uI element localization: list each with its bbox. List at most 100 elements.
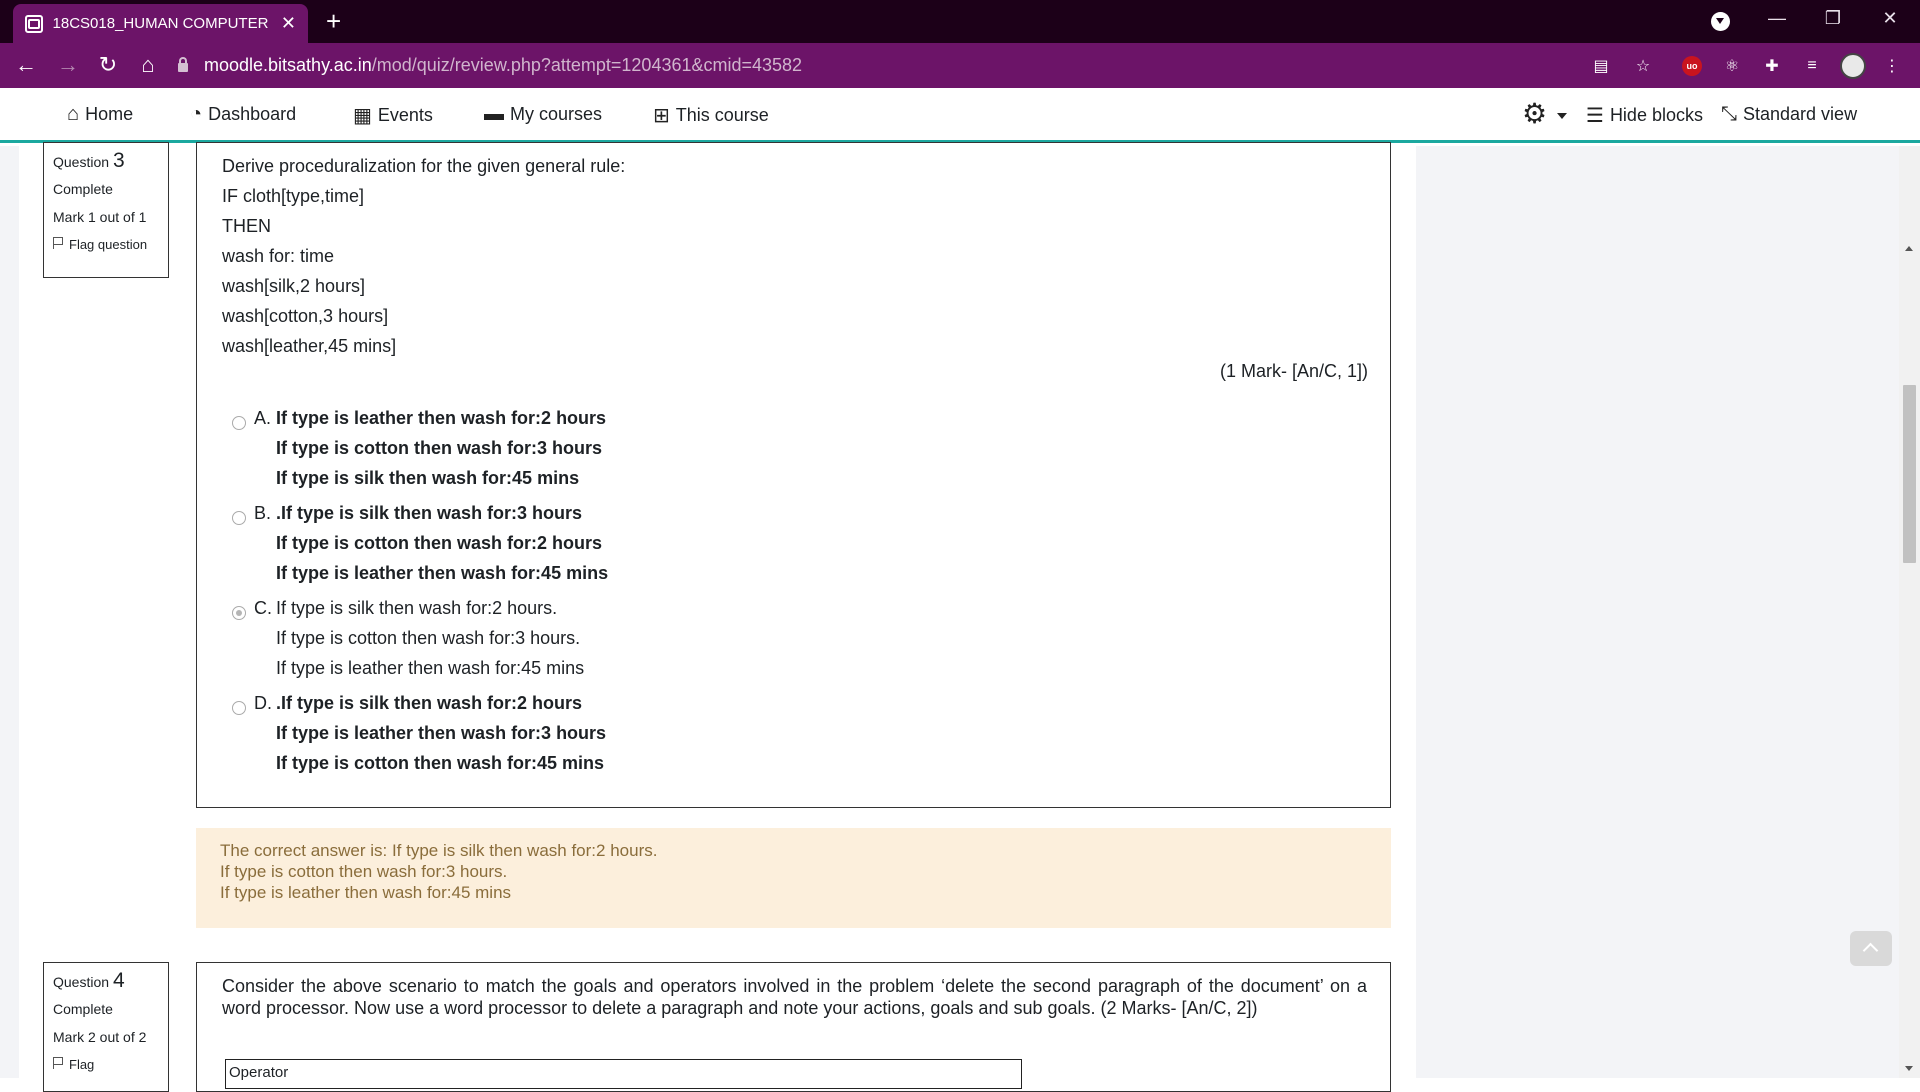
left-gutter (0, 146, 19, 1078)
moodle-favicon-icon (25, 14, 43, 33)
question-3-info: Question 3 Complete Mark 1 out of 1 Flag… (43, 142, 169, 278)
nav-my-courses-label: My courses (510, 104, 603, 124)
option-letter: A. (254, 408, 272, 428)
flag-label: Flag (69, 1057, 95, 1072)
minimize-icon[interactable]: — (1757, 8, 1797, 29)
radio-option-c[interactable] (232, 606, 246, 620)
home-browser-icon[interactable]: ⌂ (132, 49, 164, 81)
question-number: Question 3 (53, 149, 125, 172)
question-state: Complete (53, 1001, 113, 1017)
hide-blocks-label: Hide blocks (1609, 105, 1703, 125)
browser-menu-icon[interactable]: ⋮ (1880, 54, 1904, 78)
radio-option-d[interactable] (232, 701, 246, 715)
nav-events[interactable]: ▦ Events (353, 103, 433, 128)
option-line: If type is leather then wash for:2 hours (276, 408, 607, 428)
question-text-line: wash[silk,2 hours] (222, 276, 366, 296)
profile-menu-icon[interactable] (1711, 12, 1730, 31)
bookmark-star-icon[interactable]: ☆ (1631, 54, 1655, 78)
question-state: Complete (53, 181, 113, 197)
browser-titlebar: 18CS018_HUMAN COMPUTER IN ✕ + — ❐ ✕ (0, 0, 1920, 43)
feedback-line: If type is cotton then wash for:3 hours. (220, 862, 508, 881)
calendar-icon: ▦ (353, 105, 372, 127)
question-number: Question 4 (53, 969, 125, 992)
briefcase-icon: ▬ (484, 103, 504, 125)
scroll-down-arrow-icon[interactable] (1905, 1066, 1913, 1071)
reader-mode-icon[interactable]: ▤ (1589, 54, 1613, 78)
flag-question-link[interactable]: Flag question (53, 237, 159, 253)
standard-view-label: Standard view (1743, 104, 1858, 124)
nav-this-course-label: This course (675, 105, 769, 125)
new-tab-button[interactable]: + (326, 7, 341, 35)
radio-option-b[interactable] (232, 511, 246, 525)
home-icon: ⌂ (67, 103, 80, 125)
nav-this-course[interactable]: ⊞ This course (653, 103, 769, 128)
nav-dashboard[interactable]: ◔ Dashboard (190, 103, 296, 126)
flag-icon (53, 1057, 63, 1069)
feedback-line: If type is leather then wash for:45 mins (220, 883, 512, 902)
flag-label: Flag question (69, 237, 148, 252)
option-line: If type is cotton then wash for:3 hours. (276, 628, 581, 648)
option-letter: B. (254, 503, 272, 523)
option-line: If type is cotton then wash for:2 hours (276, 533, 603, 553)
option-line: If type is leather then wash for:45 mins (276, 658, 585, 678)
question-text-line: wash[cotton,3 hours] (222, 306, 389, 326)
question-text-line: IF cloth[type,time] (222, 186, 365, 206)
sitemap-icon: ⊞ (653, 105, 670, 127)
compress-icon: ⤡ (1721, 103, 1737, 125)
marks-note: (1 Mark- [An/C, 1]) (1219, 361, 1368, 381)
browser-tab[interactable]: 18CS018_HUMAN COMPUTER IN ✕ (13, 4, 308, 43)
nav-events-label: Events (377, 105, 433, 125)
question-text-line: THEN (222, 216, 271, 236)
hide-blocks-button[interactable]: ☰ Hide blocks (1586, 103, 1703, 128)
atom-extension-icon[interactable]: ⚛ (1720, 54, 1744, 78)
option-line: .If type is silk then wash for:2 hours (276, 693, 583, 713)
page-content: Question 3 Complete Mark 1 out of 1 Flag… (0, 142, 1920, 1092)
settings-caret-icon[interactable] (1557, 113, 1567, 119)
back-icon[interactable]: ← (10, 49, 42, 81)
browser-toolbar: ← → ↻ ⌂ moodle.bitsathy.ac.in/mod/quiz/r… (0, 43, 1920, 88)
media-control-icon[interactable]: ≡ (1800, 54, 1824, 78)
dashboard-gauge-icon: ◔ (190, 103, 203, 125)
reload-icon[interactable]: ↻ (92, 49, 124, 81)
feedback-line: The correct answer is: If type is silk t… (220, 841, 658, 860)
option-line: If type is silk then wash for:2 hours. (276, 598, 558, 618)
option-line: If type is silk then wash for:45 mins (276, 468, 580, 488)
question-text-line: wash for: time (222, 246, 335, 266)
question-4-info: Question 4 Complete Mark 2 out of 2 Flag (43, 962, 169, 1092)
extensions-puzzle-icon[interactable]: ✚ (1760, 54, 1784, 78)
nav-my-courses[interactable]: ▬ My courses (484, 103, 602, 126)
question-text-line: wash[leather,45 mins] (222, 336, 397, 356)
url-host: moodle.bitsathy.ac.in (204, 55, 372, 75)
option-line: If type is cotton then wash for:45 mins (276, 753, 605, 773)
close-tab-icon[interactable]: ✕ (281, 13, 296, 34)
moodle-navbar: ⌂ Home ◔ Dashboard ▦ Events ▬ My courses… (0, 88, 1920, 143)
radio-option-a[interactable] (232, 416, 246, 430)
page-scrollbar[interactable] (1899, 146, 1920, 1078)
question-text: Consider the above scenario to match the… (222, 976, 1367, 1018)
address-bar[interactable]: moodle.bitsathy.ac.in/mod/quiz/review.ph… (178, 50, 1648, 81)
operator-answer-field[interactable]: Operator (225, 1059, 1022, 1089)
question-mark: Mark 2 out of 2 (53, 1029, 147, 1045)
right-block-region (1416, 146, 1899, 1078)
forward-icon[interactable]: → (52, 49, 84, 81)
question-3-content: Derive proceduralization for the given g… (196, 142, 1391, 808)
user-avatar-icon[interactable] (1840, 53, 1866, 79)
option-line: If type is leather then wash for:3 hours (276, 723, 607, 743)
question-4-content: Consider the above scenario to match the… (196, 962, 1391, 1092)
url-path: /mod/quiz/review.php?attempt=1204361&cmi… (371, 55, 803, 75)
standard-view-button[interactable]: ⤡ Standard view (1721, 103, 1857, 126)
scroll-up-arrow-icon[interactable] (1905, 246, 1913, 251)
ublock-extension-icon[interactable]: uo (1682, 56, 1702, 76)
flag-question-link[interactable]: Flag (53, 1057, 159, 1073)
question-text-line: Derive proceduralization for the given g… (222, 156, 626, 176)
restore-icon[interactable]: ❐ (1813, 8, 1853, 29)
back-to-top-button[interactable] (1850, 931, 1892, 966)
scroll-thumb[interactable] (1903, 385, 1916, 563)
option-letter: D. (254, 693, 272, 713)
lock-icon[interactable] (178, 57, 188, 72)
nav-home[interactable]: ⌂ Home (67, 103, 133, 126)
close-window-icon[interactable]: ✕ (1870, 8, 1910, 29)
option-line: If type is cotton then wash for:3 hours (276, 438, 603, 458)
correct-answer-feedback: The correct answer is: If type is silk t… (196, 828, 1391, 928)
settings-gear-icon[interactable]: ⚙ (1522, 100, 1547, 128)
